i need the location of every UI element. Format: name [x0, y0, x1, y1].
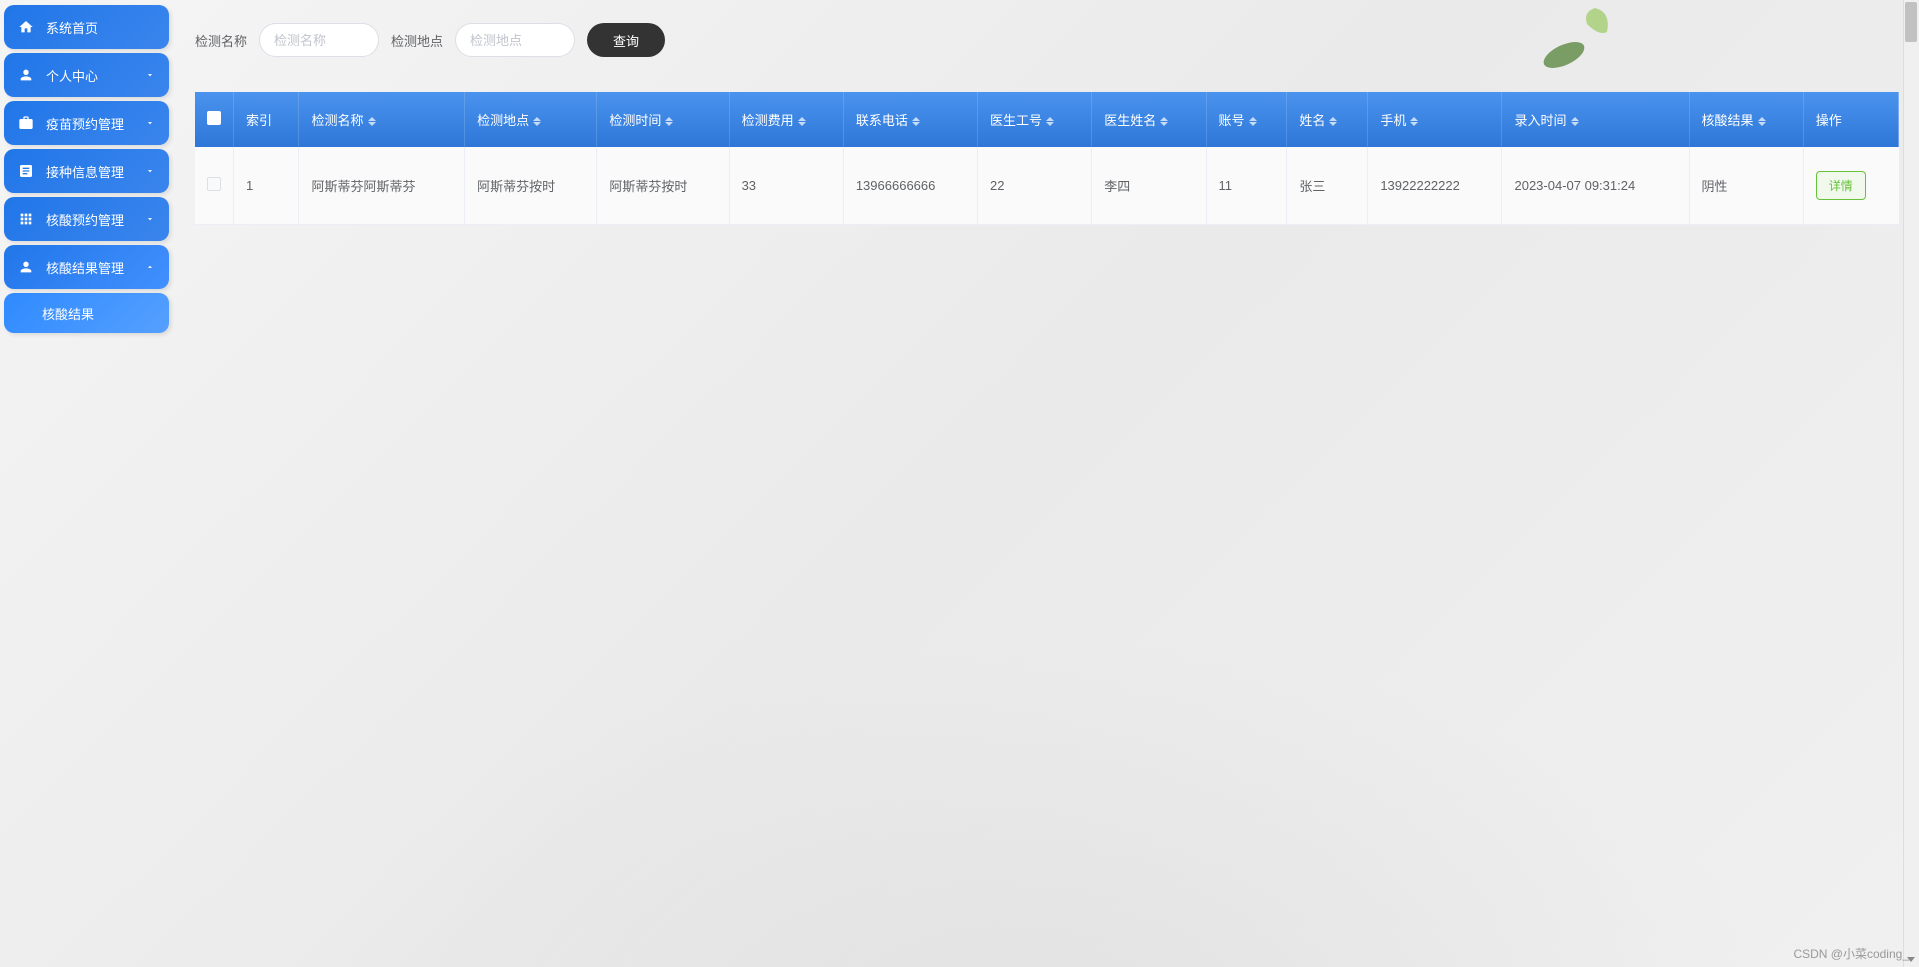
header-test-time[interactable]: 检测时间 [597, 92, 729, 147]
select-all-checkbox[interactable] [207, 111, 221, 125]
sort-icon[interactable] [1329, 117, 1337, 126]
cell-entry-time: 2023-04-07 09:31:24 [1502, 147, 1689, 225]
sort-icon[interactable] [1758, 117, 1766, 126]
sort-icon[interactable] [1160, 117, 1168, 126]
sidebar-item-label: 核酸预约管理 [46, 210, 124, 229]
header-entry-time[interactable]: 录入时间 [1502, 92, 1689, 147]
test-location-input[interactable] [455, 23, 575, 57]
scrollbar-vertical[interactable] [1903, 0, 1919, 967]
sidebar-item-nucleic-result[interactable]: 核酸结果管理 [4, 245, 169, 289]
chevron-up-icon [145, 262, 155, 272]
cell-doctor-name: 李四 [1092, 147, 1206, 225]
cell-test-name: 阿斯蒂芬阿斯蒂芬 [299, 147, 465, 225]
user-alt-icon [18, 259, 34, 275]
sidebar-item-vaccination-info[interactable]: 接种信息管理 [4, 149, 169, 193]
sort-icon[interactable] [912, 117, 920, 126]
sidebar-item-label: 核酸结果管理 [46, 258, 124, 277]
sort-icon[interactable] [1046, 117, 1054, 126]
sidebar-item-label: 接种信息管理 [46, 162, 124, 181]
header-action: 操作 [1803, 92, 1899, 147]
sidebar-subitem-label: 核酸结果 [42, 304, 94, 323]
header-contact-phone[interactable]: 联系电话 [843, 92, 977, 147]
briefcase-icon [18, 115, 34, 131]
header-doctor-name[interactable]: 医生姓名 [1092, 92, 1206, 147]
header-account[interactable]: 账号 [1206, 92, 1287, 147]
header-doctor-id[interactable]: 医生工号 [978, 92, 1092, 147]
search-location-label: 检测地点 [391, 31, 443, 50]
detail-button[interactable]: 详情 [1816, 171, 1866, 200]
cell-doctor-id: 22 [978, 147, 1092, 225]
cell-test-fee: 33 [729, 147, 843, 225]
sort-icon[interactable] [798, 117, 806, 126]
sidebar-item-label: 个人中心 [46, 66, 98, 85]
sort-icon[interactable] [1410, 117, 1418, 126]
test-name-input[interactable] [259, 23, 379, 57]
chevron-down-icon [145, 214, 155, 224]
cell-action: 详情 [1803, 147, 1899, 225]
chevron-down-icon [145, 118, 155, 128]
sort-icon[interactable] [1571, 117, 1579, 126]
row-checkbox[interactable] [207, 177, 221, 191]
cell-account: 11 [1206, 147, 1287, 225]
cell-test-time: 阿斯蒂芬按时 [597, 147, 729, 225]
cell-name: 张三 [1287, 147, 1368, 225]
search-button[interactable]: 查询 [587, 23, 665, 57]
header-test-fee[interactable]: 检测费用 [729, 92, 843, 147]
scrollbar-thumb[interactable] [1905, 2, 1917, 42]
sort-icon[interactable] [533, 117, 541, 126]
header-checkbox-col[interactable] [195, 92, 234, 147]
grid-icon [18, 211, 34, 227]
sidebar-subitem-nucleic-result[interactable]: 核酸结果 [4, 293, 169, 333]
cell-index: 1 [234, 147, 299, 225]
header-name[interactable]: 姓名 [1287, 92, 1368, 147]
search-name-label: 检测名称 [195, 31, 247, 50]
sort-icon[interactable] [1249, 117, 1257, 126]
sidebar-item-label: 系统首页 [46, 18, 98, 37]
sidebar-item-home[interactable]: 系统首页 [4, 5, 169, 49]
watermark-text: CSDN @小菜coding_ [1793, 945, 1909, 962]
cell-result: 阴性 [1689, 147, 1803, 225]
header-phone[interactable]: 手机 [1368, 92, 1502, 147]
search-bar: 检测名称 检测地点 查询 [195, 23, 1899, 57]
note-icon [18, 163, 34, 179]
sidebar-item-vaccine-appointment[interactable]: 疫苗预约管理 [4, 101, 169, 145]
chevron-down-icon [145, 70, 155, 80]
header-index: 索引 [234, 92, 299, 147]
main-content: 检测名称 检测地点 查询 索引 检测名称 检测地点 检测时间 检测费用 联系电话… [195, 23, 1899, 225]
chevron-down-icon [145, 166, 155, 176]
sort-icon[interactable] [665, 117, 673, 126]
header-result[interactable]: 核酸结果 [1689, 92, 1803, 147]
header-test-name[interactable]: 检测名称 [299, 92, 465, 147]
sidebar-item-nucleic-appointment[interactable]: 核酸预约管理 [4, 197, 169, 241]
cell-phone: 13922222222 [1368, 147, 1502, 225]
sort-icon[interactable] [368, 117, 376, 126]
sidebar: 系统首页 个人中心 疫苗预约管理 接种信息管理 核酸预约管理 [4, 5, 169, 333]
user-icon [18, 67, 34, 83]
sidebar-item-personal[interactable]: 个人中心 [4, 53, 169, 97]
home-icon [18, 19, 34, 35]
table-header: 索引 检测名称 检测地点 检测时间 检测费用 联系电话 医生工号 医生姓名 账号… [195, 92, 1899, 147]
cell-test-location: 阿斯蒂芬按时 [465, 147, 597, 225]
table-row: 1 阿斯蒂芬阿斯蒂芬 阿斯蒂芬按时 阿斯蒂芬按时 33 13966666666 … [195, 147, 1899, 225]
results-table: 索引 检测名称 检测地点 检测时间 检测费用 联系电话 医生工号 医生姓名 账号… [195, 92, 1899, 225]
cell-contact-phone: 13966666666 [843, 147, 977, 225]
header-test-location[interactable]: 检测地点 [465, 92, 597, 147]
sidebar-item-label: 疫苗预约管理 [46, 114, 124, 133]
